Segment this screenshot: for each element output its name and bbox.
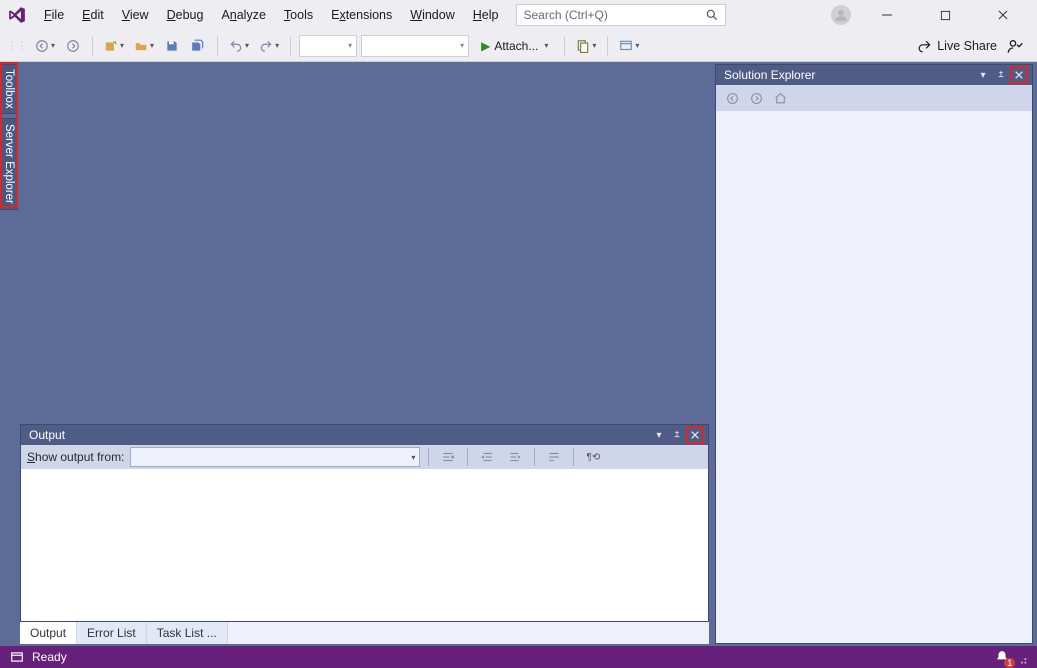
output-source-combo[interactable] xyxy=(130,447,420,467)
solution-explorer-panel: Solution Explorer ▾ xyxy=(715,64,1033,644)
output-toolbar: Show output from: ¶⟲ xyxy=(21,445,708,469)
statusbar: Ready 1 ⣠ xyxy=(0,646,1037,668)
left-tab-toolbox-label: Toolbox xyxy=(3,69,15,109)
menu-file[interactable]: File xyxy=(36,4,72,26)
output-clear-icon[interactable] xyxy=(437,447,459,467)
attach-debugger-button[interactable]: ▶ Attach... xyxy=(473,35,556,57)
bottom-tab-error-list[interactable]: Error List xyxy=(77,622,147,644)
open-file-button[interactable] xyxy=(131,35,157,57)
toolbar-separator xyxy=(217,36,218,56)
attach-label: Attach... xyxy=(494,39,538,53)
toolbar-separator xyxy=(607,36,608,56)
left-tab-server-explorer[interactable]: Server Explorer xyxy=(0,118,18,210)
left-tab-server-label: Server Explorer xyxy=(3,124,15,204)
output-wrap-icon[interactable] xyxy=(543,447,565,467)
search-placeholder: Search (Ctrl+Q) xyxy=(523,8,607,22)
menu-analyze[interactable]: Analyze xyxy=(213,4,273,26)
solution-explorer-toolbar xyxy=(716,85,1032,111)
menubar: File Edit View Debug Analyze Tools Exten… xyxy=(0,0,1037,30)
center-area: Output ▾ Show output from: xyxy=(18,62,713,646)
se-home-icon[interactable] xyxy=(770,88,790,108)
bottom-tab-strip: Output Error List Task List ... xyxy=(20,622,709,644)
undo-button[interactable] xyxy=(226,35,252,57)
show-output-from-label: Show output from: xyxy=(27,450,124,464)
toolbar-separator xyxy=(564,36,565,56)
menu-debug[interactable]: Debug xyxy=(159,4,212,26)
statusbar-window-icon xyxy=(10,650,24,664)
toolbar-separator xyxy=(534,448,535,466)
menu-edit[interactable]: Edit xyxy=(74,4,112,26)
output-indent-left-icon[interactable] xyxy=(476,447,498,467)
admin-icon[interactable] xyxy=(1007,38,1023,54)
menu-view[interactable]: View xyxy=(114,4,157,26)
save-button[interactable] xyxy=(161,35,183,57)
save-all-button[interactable] xyxy=(187,35,209,57)
menu-extensions[interactable]: Extensions xyxy=(323,4,400,26)
solution-explorer-title: Solution Explorer xyxy=(724,68,974,82)
toolbar-grip-icon: ⋮⋮ xyxy=(6,39,26,53)
nav-back-button[interactable] xyxy=(32,35,58,57)
left-tab-toolbox[interactable]: Toolbox xyxy=(0,64,18,114)
search-icon xyxy=(705,8,719,22)
window-minimize-button[interactable] xyxy=(865,1,909,29)
notification-count: 1 xyxy=(1004,658,1015,668)
search-input[interactable]: Search (Ctrl+Q) xyxy=(516,4,726,26)
menu-window[interactable]: Window xyxy=(402,4,462,26)
bottom-tab-output[interactable]: Output xyxy=(20,622,77,644)
solution-explorer-body[interactable] xyxy=(716,111,1032,643)
notifications-button[interactable]: 1 xyxy=(995,650,1009,664)
new-project-button[interactable] xyxy=(101,35,127,57)
output-panel: Output ▾ Show output from: xyxy=(20,424,709,622)
pin-icon[interactable] xyxy=(668,426,686,444)
bottom-tab-task-list[interactable]: Task List ... xyxy=(147,622,228,644)
window-layout-button[interactable] xyxy=(616,35,642,57)
solution-platform-combo[interactable] xyxy=(361,35,469,57)
toolbar-separator xyxy=(573,448,574,466)
toolbar-separator xyxy=(467,448,468,466)
output-panel-header[interactable]: Output ▾ xyxy=(21,425,708,445)
toolbar-separator xyxy=(290,36,291,56)
play-icon: ▶ xyxy=(481,39,490,53)
toolbar-separator xyxy=(92,36,93,56)
client-area: Toolbox Server Explorer Output ▾ Show ou… xyxy=(0,62,1037,646)
se-nav-forward-icon[interactable] xyxy=(746,88,766,108)
solution-explorer-header[interactable]: Solution Explorer ▾ xyxy=(716,65,1032,85)
menu-help[interactable]: Help xyxy=(465,4,507,26)
pin-icon[interactable] xyxy=(992,66,1010,84)
redo-button[interactable] xyxy=(256,35,282,57)
main-toolbar: ⋮⋮ ▶ Attach... Live Share xyxy=(0,30,1037,62)
output-symbols-icon[interactable]: ¶⟲ xyxy=(582,447,604,467)
statusbar-status: Ready xyxy=(32,650,67,664)
se-nav-back-icon[interactable] xyxy=(722,88,742,108)
solution-explorer-close-button[interactable] xyxy=(1010,66,1028,84)
solution-explorer-options-icon[interactable]: ▾ xyxy=(974,66,992,84)
window-maximize-button[interactable] xyxy=(923,1,967,29)
vs-logo-icon xyxy=(6,4,28,26)
nav-forward-button[interactable] xyxy=(62,35,84,57)
toolbar-separator xyxy=(428,448,429,466)
live-share-label: Live Share xyxy=(937,39,997,53)
output-indent-right-icon[interactable] xyxy=(504,447,526,467)
document-well-empty xyxy=(18,62,713,424)
live-share-button[interactable]: Live Share xyxy=(918,39,997,53)
output-panel-options-icon[interactable]: ▾ xyxy=(650,426,668,444)
output-body[interactable] xyxy=(21,469,708,621)
find-in-files-button[interactable] xyxy=(573,35,599,57)
output-panel-title: Output xyxy=(29,428,650,442)
menu-tools[interactable]: Tools xyxy=(276,4,321,26)
statusbar-resize-grip-icon: ⣠ xyxy=(1019,650,1027,664)
window-close-button[interactable] xyxy=(981,1,1025,29)
solution-config-combo[interactable] xyxy=(299,35,357,57)
output-panel-close-button[interactable] xyxy=(686,426,704,444)
account-avatar[interactable] xyxy=(831,5,851,25)
